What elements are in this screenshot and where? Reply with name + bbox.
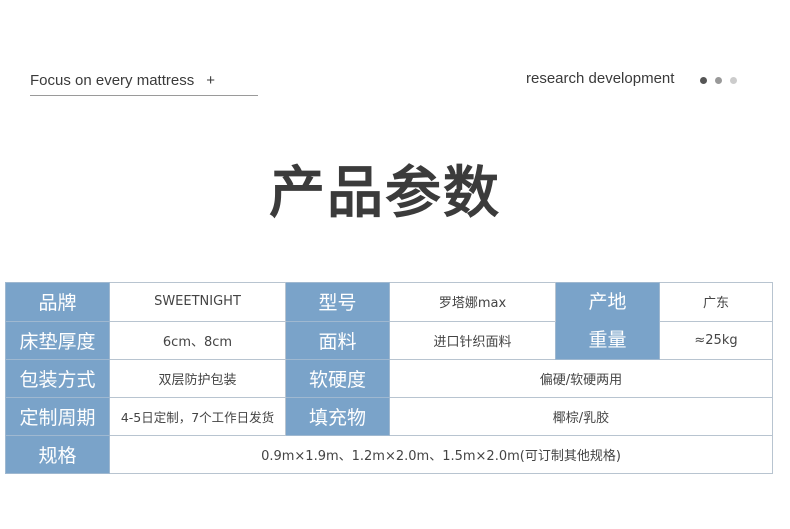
- firmness-label: 软硬度: [285, 359, 390, 398]
- packaging-value: 双层防护包装: [109, 359, 286, 398]
- brand-value: SWEETNIGHT: [109, 282, 286, 322]
- tagline-underline: [30, 95, 258, 96]
- packaging-label: 包装方式: [5, 359, 110, 398]
- fabric-label: 面料: [285, 320, 390, 360]
- filling-value: 椰棕/乳胶: [389, 397, 773, 436]
- origin-weight-label-block: 产地 重量: [555, 282, 660, 360]
- model-value: 罗塔娜max: [389, 282, 556, 322]
- fabric-value: 进口针织面料: [389, 320, 556, 360]
- thickness-label: 床垫厚度: [5, 320, 110, 360]
- product-params-section: Focus on every mattress + research develo…: [0, 0, 790, 529]
- thickness-value: 6cm、8cm: [109, 320, 286, 360]
- table-row: 品牌 SWEETNIGHT 型号 罗塔娜max 产地 重量 广东: [5, 282, 773, 360]
- plus-icon: +: [206, 72, 215, 89]
- brand-label: 品牌: [5, 282, 110, 322]
- lead-time-value: 4-5日定制，7个工作日发货: [109, 397, 286, 436]
- dot-icon: [730, 77, 737, 84]
- weight-label: 重量: [588, 329, 627, 351]
- model-label: 型号: [285, 282, 390, 322]
- params-table: 品牌 SWEETNIGHT 型号 罗塔娜max 产地 重量 广东 床垫厚度 6c…: [5, 282, 773, 474]
- table-row: 规格 0.9m×1.9m、1.2m×2.0m、1.5m×2.0m(可订制其他规格…: [5, 435, 773, 474]
- page-title: 产品参数: [269, 161, 501, 226]
- origin-value: 广东: [659, 282, 773, 322]
- origin-label: 产地: [588, 291, 627, 313]
- filling-label: 填充物: [285, 397, 390, 436]
- size-value: 0.9m×1.9m、1.2m×2.0m、1.5m×2.0m(可订制其他规格): [109, 435, 773, 474]
- lead-time-label: 定制周期: [5, 397, 110, 436]
- size-label: 规格: [5, 435, 110, 474]
- focus-tagline-text: Focus on every mattress: [30, 72, 195, 89]
- pagination-dots: [700, 77, 737, 84]
- dot-icon: [715, 77, 722, 84]
- research-tagline: research development: [526, 70, 675, 87]
- focus-tagline: Focus on every mattress +: [30, 72, 215, 89]
- table-row: 包装方式 双层防护包装 软硬度 偏硬/软硬两用: [5, 359, 773, 398]
- firmness-value: 偏硬/软硬两用: [389, 359, 773, 398]
- weight-value: ≈25kg: [659, 320, 773, 360]
- table-row: 定制周期 4-5日定制，7个工作日发货 填充物 椰棕/乳胶: [5, 397, 773, 436]
- dot-icon: [700, 77, 707, 84]
